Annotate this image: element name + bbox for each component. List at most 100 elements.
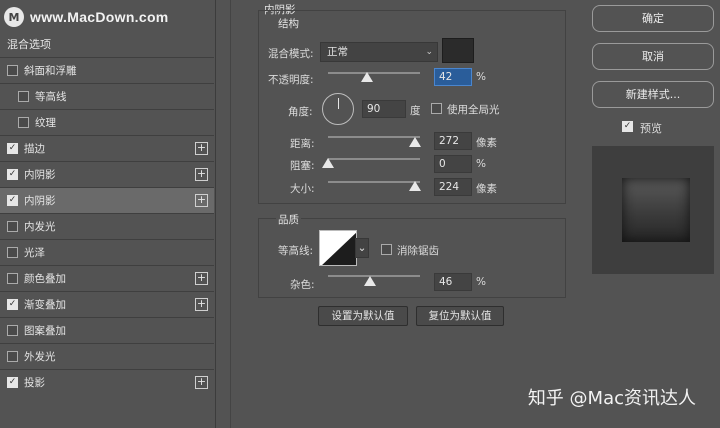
sidebar-item-checkbox[interactable] xyxy=(18,91,29,102)
choke-label: 阻塞: xyxy=(290,160,315,172)
sidebar-item-checkbox[interactable] xyxy=(7,325,18,336)
ok-button[interactable]: 确定 xyxy=(592,5,714,32)
sidebar-item-label: 图案叠加 xyxy=(24,325,66,337)
noise-slider-thumb[interactable] xyxy=(364,276,377,286)
sidebar-item[interactable]: 纹理 xyxy=(0,109,214,135)
noise-label: 杂色: xyxy=(290,279,315,291)
size-label: 大小: xyxy=(290,183,315,195)
sidebar-item[interactable]: 颜色叠加 + xyxy=(0,265,214,291)
watermark-logo: M xyxy=(4,7,24,27)
contour-preview[interactable] xyxy=(319,230,357,266)
sidebar-item[interactable]: 外发光 xyxy=(0,343,214,369)
sidebar-item-checkbox[interactable] xyxy=(7,247,18,258)
sidebar-item-label: 内阴影 xyxy=(24,195,56,207)
blend-mode-label: 混合模式: xyxy=(268,48,314,60)
sidebar-item[interactable]: ✓ 内阴影 + xyxy=(0,161,214,187)
size-input[interactable]: 224 xyxy=(434,178,472,196)
sidebar-item-checkbox[interactable]: ✓ xyxy=(7,195,18,206)
sidebar-item-label: 斜面和浮雕 xyxy=(24,65,77,77)
angle-label: 角度: xyxy=(288,106,313,118)
sidebar-item[interactable]: 斜面和浮雕 xyxy=(0,57,214,83)
chevron-down-icon: ⌄ xyxy=(425,47,433,57)
opacity-input[interactable]: 42 xyxy=(434,68,472,86)
choke-input[interactable]: 0 xyxy=(434,155,472,173)
sidebar-item-checkbox[interactable]: ✓ xyxy=(7,377,18,388)
quality-title: 品质 xyxy=(276,212,301,227)
distance-slider-track[interactable] xyxy=(328,136,420,138)
plus-icon[interactable]: + xyxy=(195,142,208,155)
opacity-unit: % xyxy=(476,71,486,83)
sidebar-item[interactable]: ✓ 投影 + xyxy=(0,369,214,395)
sidebar-item-checkbox[interactable]: ✓ xyxy=(7,299,18,310)
angle-unit: 度 xyxy=(410,105,421,117)
sidebar-item-label: 颜色叠加 xyxy=(24,273,66,285)
noise-input[interactable]: 46 xyxy=(434,273,472,291)
sidebar-item[interactable]: 等高线 xyxy=(0,83,214,109)
watermark: M www.MacDown.com xyxy=(4,6,169,28)
sidebar-item-label: 等高线 xyxy=(35,91,67,103)
blend-mode-select[interactable]: 正常 ⌄ xyxy=(320,42,438,62)
styles-sidebar: M www.MacDown.com 混合选项 斜面和浮雕 等高线 纹理 ✓ 描边 + ✓ 内阴… xyxy=(0,0,216,428)
contour-label: 等高线: xyxy=(278,245,314,257)
global-light-label: 使用全局光 xyxy=(447,104,500,116)
angle-dial[interactable] xyxy=(322,93,354,125)
contour-curve-icon xyxy=(322,232,356,265)
sidebar-item-label: 纹理 xyxy=(35,117,56,129)
sidebar-item-checkbox[interactable] xyxy=(7,351,18,362)
noise-unit: % xyxy=(476,276,486,288)
plus-icon[interactable]: + xyxy=(195,194,208,207)
distance-input[interactable]: 272 xyxy=(434,132,472,150)
sidebar-item[interactable]: 内发光 xyxy=(0,213,214,239)
global-light-checkbox[interactable] xyxy=(431,103,442,114)
opacity-slider-thumb[interactable] xyxy=(360,72,373,82)
blend-mode-value: 正常 xyxy=(327,46,348,58)
reset-default-button[interactable]: 复位为默认值 xyxy=(416,306,504,326)
choke-slider-track[interactable] xyxy=(328,158,420,160)
distance-slider-thumb[interactable] xyxy=(409,137,422,147)
sidebar-item[interactable]: 图案叠加 xyxy=(0,317,214,343)
plus-icon[interactable]: + xyxy=(195,376,208,389)
watermark-text: www.MacDown.com xyxy=(30,9,169,25)
chevron-down-icon: ⌄ xyxy=(357,242,367,254)
sidebar-item[interactable]: ✓ 描边 + xyxy=(0,135,214,161)
cancel-button[interactable]: 取消 xyxy=(592,43,714,70)
plus-icon[interactable]: + xyxy=(195,272,208,285)
sidebar-item-label: 内发光 xyxy=(24,221,56,233)
size-slider-track[interactable] xyxy=(328,181,420,183)
sidebar-item-label: 渐变叠加 xyxy=(24,299,66,311)
sidebar-item-label: 内阴影 xyxy=(24,169,56,181)
antialias-label: 消除锯齿 xyxy=(397,245,439,257)
distance-label: 距离: xyxy=(290,138,315,150)
sidebar-item[interactable]: ✓ 内阴影 + xyxy=(0,187,214,213)
zhihu-watermark: 知乎 @Mac资讯达人 xyxy=(527,388,696,409)
sidebar-item-checkbox[interactable]: ✓ xyxy=(7,169,18,180)
size-unit: 像素 xyxy=(476,183,497,195)
sidebar-item-checkbox[interactable] xyxy=(7,221,18,232)
choke-unit: % xyxy=(476,158,486,170)
angle-input[interactable]: 90 xyxy=(362,100,406,118)
size-slider-thumb[interactable] xyxy=(409,181,422,191)
sidebar-item-checkbox[interactable] xyxy=(18,117,29,128)
shadow-color-swatch[interactable] xyxy=(442,38,474,63)
choke-slider-thumb[interactable] xyxy=(322,158,334,168)
plus-icon[interactable]: + xyxy=(195,168,208,181)
contour-dropdown[interactable]: ⌄ xyxy=(355,238,369,258)
sidebar-item-label: 投影 xyxy=(24,377,45,389)
opacity-slider-track[interactable] xyxy=(328,72,420,74)
plus-icon[interactable]: + xyxy=(195,298,208,311)
sidebar-item[interactable]: ✓ 渐变叠加 + xyxy=(0,291,214,317)
panel-divider xyxy=(230,0,231,428)
set-default-button[interactable]: 设置为默认值 xyxy=(318,306,408,326)
antialias-checkbox[interactable] xyxy=(381,244,392,255)
preview-swatch xyxy=(622,178,690,242)
new-style-button[interactable]: 新建样式... xyxy=(592,81,714,108)
sidebar-item-checkbox[interactable]: ✓ xyxy=(7,143,18,154)
distance-unit: 像素 xyxy=(476,137,497,149)
sidebar-item[interactable]: 光泽 xyxy=(0,239,214,265)
preview-checkbox[interactable]: ✓ xyxy=(622,121,633,132)
blend-options-item[interactable]: 混合选项 xyxy=(7,36,51,52)
sidebar-item-checkbox[interactable] xyxy=(7,65,18,76)
structure-title: 结构 xyxy=(276,16,301,31)
style-preview xyxy=(592,146,714,274)
sidebar-item-checkbox[interactable] xyxy=(7,273,18,284)
